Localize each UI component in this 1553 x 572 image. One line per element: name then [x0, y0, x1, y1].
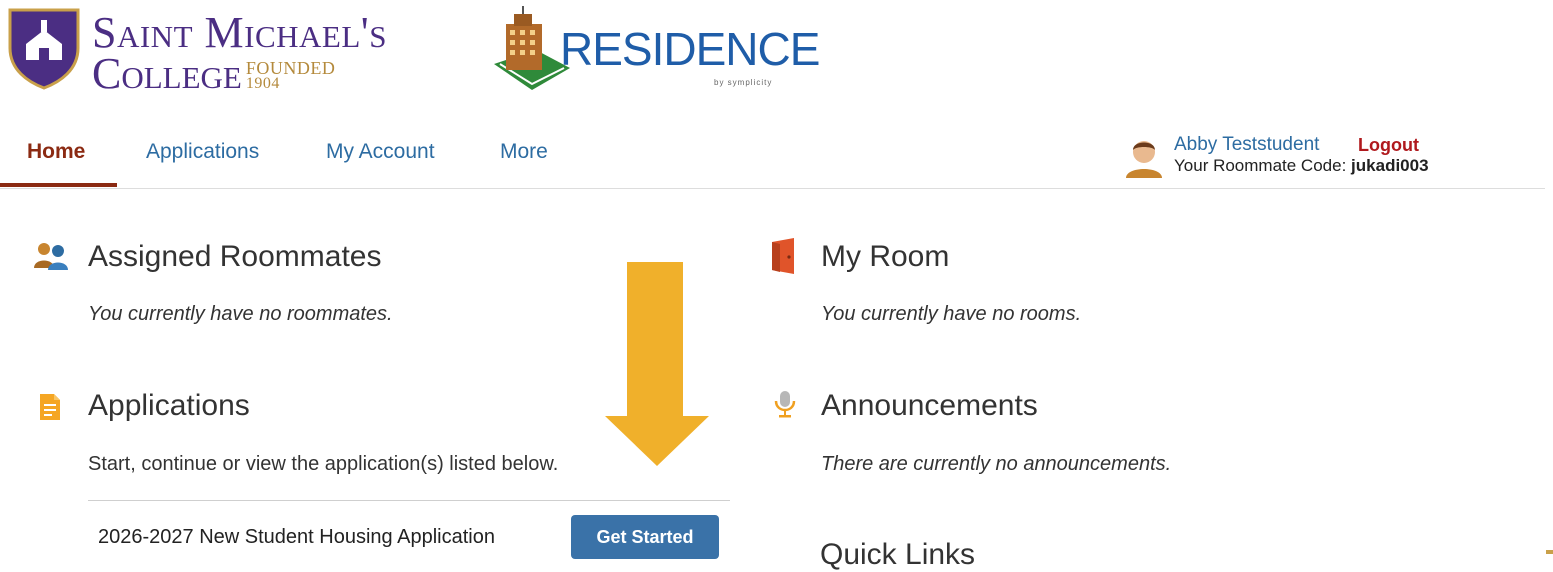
college-name-line2: College — [92, 49, 242, 98]
avatar-icon — [1126, 141, 1162, 178]
applications-divider — [88, 500, 730, 501]
roommate-code-label: Your Roommate Code: — [1174, 156, 1347, 175]
nav-applications[interactable]: Applications — [146, 140, 259, 164]
residence-subtitle: by symplicity — [714, 78, 773, 87]
roommates-icon — [34, 243, 68, 270]
no-announcements-text: There are currently no announcements. — [821, 453, 1172, 475]
no-rooms-text: You currently have no rooms. — [821, 303, 1082, 325]
no-roommates-text: You currently have no roommates. — [88, 303, 393, 325]
logout-link[interactable]: Logout — [1358, 135, 1419, 156]
document-icon — [40, 394, 60, 420]
residence-title: RESIDENCE — [560, 23, 820, 75]
microphone-icon — [774, 391, 796, 418]
get-started-button[interactable]: Get Started — [571, 515, 719, 559]
college-name-line1: Saint Michael's — [92, 8, 387, 57]
residence-logo[interactable]: RESIDENCE by symplicity — [492, 6, 822, 92]
arrow-down-icon — [605, 262, 709, 466]
college-logo[interactable]: Saint Michael's College FOUNDED 1904 — [8, 8, 428, 98]
founded-year: 1904 — [245, 75, 280, 92]
nav-my-account[interactable]: My Account — [326, 140, 435, 164]
door-icon — [772, 238, 794, 274]
assigned-roommates-title: Assigned Roommates — [88, 240, 382, 273]
quick-links-title: Quick Links — [820, 538, 976, 571]
college-shield-icon — [8, 8, 80, 90]
edge-indicator — [1546, 550, 1553, 554]
founded-label: FOUNDED — [245, 58, 336, 78]
roommate-code-value: jukadi003 — [1351, 156, 1429, 175]
my-room-title: My Room — [821, 240, 950, 273]
announcements-title: Announcements — [821, 389, 1038, 422]
nav-more[interactable]: More — [500, 140, 548, 164]
application-name: 2026-2027 New Student Housing Applicatio… — [98, 526, 495, 548]
applications-title: Applications — [88, 389, 250, 422]
applications-description: Start, continue or view the application(… — [88, 453, 559, 475]
roommate-code-row: Your Roommate Code: jukadi003 — [1174, 156, 1429, 176]
user-box: Abby Teststudent Logout Your Roommate Co… — [1122, 134, 1542, 180]
nav-home[interactable]: Home — [27, 140, 85, 164]
user-name-link[interactable]: Abby Teststudent — [1174, 134, 1319, 156]
nav-active-indicator — [0, 183, 117, 187]
